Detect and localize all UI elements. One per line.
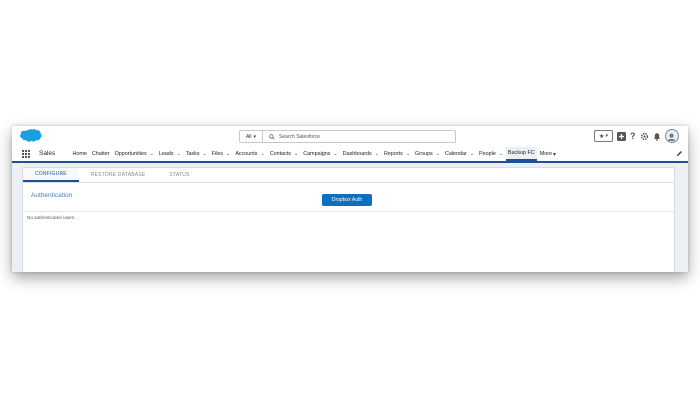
app-window: All ▾ ★ ▾ ?	[12, 126, 688, 272]
chevron-down-icon[interactable]: ⌄	[436, 151, 440, 157]
nav-item-label: Leads	[158, 151, 174, 157]
nav-item-leads[interactable]: Leads ⌄	[156, 147, 183, 161]
chevron-down-icon: ▾	[253, 133, 257, 140]
gear-icon[interactable]	[640, 132, 649, 141]
chevron-down-icon[interactable]: ⌄	[375, 151, 379, 157]
tab-bar: CONFIGURE RESTORE DATABASE STATUS	[23, 168, 674, 183]
search-box[interactable]	[263, 130, 456, 143]
nav-item-groups[interactable]: Groups ⌄	[413, 147, 443, 161]
search-scope-label: All	[245, 133, 252, 140]
empty-users-message: No authenticated users.	[27, 215, 76, 220]
nav-item-label: Contacts	[269, 151, 291, 157]
chevron-down-icon[interactable]: ⌄	[294, 151, 298, 157]
pencil-icon[interactable]	[676, 150, 683, 157]
nav-item-label: Groups	[415, 151, 433, 157]
nav-item-label: Accounts	[235, 151, 258, 157]
nav-item-contacts[interactable]: Contacts ⌄	[267, 147, 300, 161]
nav-item-label: More	[539, 151, 552, 157]
salesforce-logo[interactable]	[18, 128, 42, 144]
nav-item-label: Home	[72, 151, 87, 157]
nav-item-backup-fc[interactable]: Backup FC	[505, 147, 538, 161]
chevron-down-icon[interactable]: ⌄	[261, 151, 265, 157]
app-name: Sales	[39, 150, 56, 157]
avatar[interactable]	[664, 129, 679, 143]
header-utility-icons: ★ ▾ ?	[594, 129, 679, 143]
nav-item-label: Chatter	[91, 151, 110, 157]
divider	[23, 211, 674, 212]
tab-status[interactable]: STATUS	[157, 168, 201, 182]
dropbox-auth-button[interactable]: Dropbox Auth	[322, 194, 372, 206]
nav-item-people[interactable]: People ⌄	[477, 147, 506, 161]
chevron-down-icon[interactable]: ▾	[553, 151, 556, 158]
favorites-button[interactable]: ★ ▾	[594, 130, 613, 142]
nav-item-label: Backup FC	[508, 150, 535, 156]
global-header: All ▾ ★ ▾ ?	[12, 126, 688, 147]
chevron-down-icon[interactable]: ⌄	[177, 151, 181, 157]
nav-item-accounts[interactable]: Accounts ⌄	[233, 147, 267, 161]
nav-item-label: Opportunities	[114, 151, 147, 157]
section-title: Authentication	[31, 192, 73, 199]
star-icon: ★	[599, 133, 605, 140]
nav-item-label: Reports	[383, 151, 403, 157]
nav-item-home[interactable]: Home	[70, 147, 89, 161]
tab-configure[interactable]: CONFIGURE	[23, 168, 79, 182]
nav-item-label: Tasks	[185, 151, 200, 157]
nav-item-reports[interactable]: Reports ⌄	[381, 147, 412, 161]
nav-item-calendar[interactable]: Calendar ⌄	[442, 147, 476, 161]
chevron-down-icon[interactable]: ⌄	[203, 151, 207, 157]
nav-item-dashboards[interactable]: Dashboards ⌄	[340, 147, 381, 161]
nav-item-label: Campaigns	[303, 151, 331, 157]
nav-item-label: Calendar	[444, 151, 467, 157]
search-scope-select[interactable]: All ▾	[239, 130, 263, 143]
global-search: All ▾	[239, 130, 456, 143]
chevron-down-icon[interactable]: ⌄	[226, 151, 230, 157]
nav-item-tasks[interactable]: Tasks ⌄	[183, 147, 209, 161]
tab-restore-database[interactable]: RESTORE DATABASE	[79, 168, 158, 182]
nav-item-files[interactable]: Files ⌄	[209, 147, 233, 161]
chevron-down-icon[interactable]: ⌄	[499, 151, 503, 157]
chevron-down-icon[interactable]: ⌄	[470, 151, 474, 157]
chevron-down-icon[interactable]: ⌄	[150, 151, 154, 157]
search-input[interactable]	[279, 133, 439, 140]
page-content: CONFIGURE RESTORE DATABASE STATUS Authen…	[12, 163, 688, 272]
nav-items: Home Chatter Opportunities ⌄ Leads ⌄ Tasks ⌄ Fil…	[70, 147, 559, 161]
question-icon[interactable]: ?	[630, 131, 636, 141]
app-launcher-icon[interactable]	[22, 150, 30, 158]
chevron-down-icon: ▾	[605, 133, 608, 139]
nav-item-label: Files	[211, 151, 224, 157]
nav-item-label: Dashboards	[342, 151, 372, 157]
navigation-bar: Sales Home Chatter Opportunities ⌄ Leads ⌄ Tas…	[12, 147, 688, 163]
search-icon	[269, 133, 275, 140]
nav-item-campaigns[interactable]: Campaigns ⌄	[301, 147, 340, 161]
nav-item-opportunities[interactable]: Opportunities ⌄	[112, 147, 156, 161]
nav-item-more[interactable]: More ▾	[537, 147, 558, 161]
nav-item-label: People	[479, 151, 496, 157]
nav-item-chatter[interactable]: Chatter	[89, 147, 112, 161]
chevron-down-icon[interactable]: ⌄	[406, 151, 410, 157]
bell-icon[interactable]	[653, 132, 661, 141]
chevron-down-icon[interactable]: ⌄	[333, 151, 337, 157]
backup-card: CONFIGURE RESTORE DATABASE STATUS Authen…	[22, 167, 675, 272]
plus-icon[interactable]	[617, 131, 626, 141]
